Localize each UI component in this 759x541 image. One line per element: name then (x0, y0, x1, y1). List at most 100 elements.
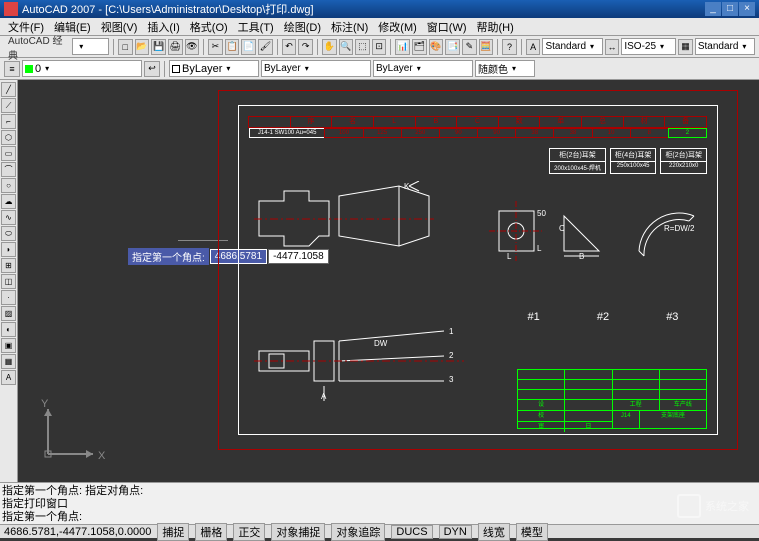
bom-cell: C (456, 116, 499, 128)
lineweight-select[interactable]: ByLayer (373, 60, 473, 77)
help-icon[interactable]: ? (502, 39, 517, 55)
text-style-icon[interactable]: A (526, 39, 541, 55)
view-label: #3 (666, 311, 678, 323)
redo-icon[interactable]: ↷ (298, 39, 313, 55)
zoom-ext-icon[interactable]: ⊡ (372, 39, 387, 55)
paste-icon[interactable]: 📄 (241, 39, 256, 55)
command-line[interactable]: 指定第一个角点: 指定对角点: 指定打印窗口 指定第一个角点: (0, 482, 759, 524)
revcloud-icon[interactable]: ☁ (1, 194, 16, 209)
bom-val: 8 (630, 128, 669, 138)
new-icon[interactable]: □ (118, 39, 133, 55)
view-label: #1 (528, 311, 540, 323)
plotstyle-select[interactable]: 随颜色 (475, 60, 535, 77)
insert-icon[interactable]: ⊞ (1, 258, 16, 273)
save-icon[interactable]: 💾 (151, 39, 166, 55)
tool-pal-icon[interactable]: 🎨 (429, 39, 444, 55)
tb-cell (518, 380, 565, 389)
print-icon[interactable]: 🖨 (168, 39, 183, 55)
block-icon[interactable]: ◫ (1, 274, 16, 289)
tb-cell (660, 370, 706, 379)
bom-cell: 总 (581, 116, 624, 128)
sheet-icon[interactable]: 📑 (445, 39, 460, 55)
menu-tools[interactable]: 工具(T) (234, 19, 278, 35)
menu-help[interactable]: 帮助(H) (473, 19, 518, 35)
zoom-icon[interactable]: 🔍 (339, 39, 354, 55)
layer-prev-icon[interactable]: ↩ (144, 61, 160, 77)
bom-row: J14-1 SW100 Au=045 100 125 250 90 90 38 … (249, 128, 707, 138)
spec-hdr: 柜(4台)耳架 (611, 149, 656, 162)
markup-icon[interactable]: ✎ (462, 39, 477, 55)
xline-icon[interactable]: ⟋ (1, 98, 16, 113)
app-icon (4, 2, 18, 16)
menu-dimension[interactable]: 标注(N) (327, 19, 372, 35)
point-icon[interactable]: · (1, 290, 16, 305)
close-button[interactable]: × (739, 2, 755, 16)
menu-draw[interactable]: 绘图(D) (280, 19, 325, 35)
open-icon[interactable]: 📂 (135, 39, 150, 55)
ducs-toggle[interactable]: DUCS (391, 525, 432, 539)
menu-insert[interactable]: 插入(I) (143, 19, 183, 35)
table-style-icon[interactable]: ▦ (678, 39, 693, 55)
calc-icon[interactable]: 🧮 (479, 39, 494, 55)
layer-select[interactable]: 0 (22, 60, 142, 77)
ellipse-arc-icon[interactable]: ◗ (1, 242, 16, 257)
separator (203, 39, 204, 55)
menu-format[interactable]: 格式(O) (186, 19, 232, 35)
prompt-label: 指定第一个角点: (128, 248, 209, 265)
tb-cell (565, 380, 612, 389)
drawing-canvas[interactable]: 指定第一个角点: 4686.5781 -4477.1058 序 名 L B C … (18, 80, 759, 482)
rect-icon[interactable]: ▭ (1, 146, 16, 161)
arc-icon[interactable]: ⌒ (1, 162, 16, 177)
menu-modify[interactable]: 修改(M) (374, 19, 421, 35)
spline-icon[interactable]: ∿ (1, 210, 16, 225)
hatch-icon[interactable]: ▨ (1, 306, 16, 321)
bom-val: 90 (477, 128, 516, 138)
undo-icon[interactable]: ↶ (282, 39, 297, 55)
linetype-select[interactable]: ByLayer (261, 60, 371, 77)
zoom-win-icon[interactable]: ⬚ (355, 39, 370, 55)
mtext-icon[interactable]: A (1, 370, 16, 385)
pline-icon[interactable]: ⌐ (1, 114, 16, 129)
layer-mgr-icon[interactable]: ≡ (4, 61, 20, 77)
preview-icon[interactable]: 👁 (185, 39, 200, 55)
svg-text:3: 3 (449, 375, 454, 384)
props-icon[interactable]: 📊 (395, 39, 410, 55)
table-style-select[interactable]: Standard (695, 38, 755, 55)
bom-cell: 序 (290, 116, 333, 128)
separator (317, 39, 318, 55)
window-controls: _ □ × (705, 2, 755, 16)
table-icon[interactable]: ▦ (1, 354, 16, 369)
tb-date: 日 (565, 422, 611, 432)
circle-icon[interactable]: ○ (1, 178, 16, 193)
cut-icon[interactable]: ✂ (208, 39, 223, 55)
polygon-icon[interactable]: ⬡ (1, 130, 16, 145)
spec-table-1: 柜(2台)耳架 200x100x45-焊机 (549, 148, 606, 174)
bom-val: 10 (592, 128, 631, 138)
tb-cell (660, 390, 706, 399)
tb-cell (565, 370, 612, 379)
bom-val: 90 (439, 128, 478, 138)
menu-bar: 文件(F) 编辑(E) 视图(V) 插入(I) 格式(O) 工具(T) 绘图(D… (0, 18, 759, 36)
match-icon[interactable]: 🖌 (258, 39, 273, 55)
workspace-select[interactable] (72, 38, 109, 55)
region-icon[interactable]: ▣ (1, 338, 16, 353)
copy-icon[interactable]: 📋 (225, 39, 240, 55)
color-select[interactable]: ByLayer (169, 60, 259, 77)
dim-style-icon[interactable]: ↔ (605, 39, 620, 55)
menu-view[interactable]: 视图(V) (97, 19, 142, 35)
ellipse-icon[interactable]: ⬭ (1, 226, 16, 241)
bom-cell: 材 (623, 116, 666, 128)
view-main-1: K (254, 181, 434, 261)
dyn-toggle[interactable]: DYN (439, 525, 472, 539)
tb-dwg-no: J14 (613, 411, 640, 429)
gradient-icon[interactable]: ◐ (1, 322, 16, 337)
minimize-button[interactable]: _ (705, 2, 721, 16)
maximize-button[interactable]: □ (722, 2, 738, 16)
text-style-select[interactable]: Standard (542, 38, 602, 55)
pan-icon[interactable]: ✋ (322, 39, 337, 55)
line-icon[interactable]: ╱ (1, 82, 16, 97)
dcenter-icon[interactable]: 🗂 (412, 39, 427, 55)
menu-window[interactable]: 窗口(W) (423, 19, 471, 35)
dim-style-select[interactable]: ISO-25 (621, 38, 676, 55)
tb-cell (565, 390, 612, 399)
